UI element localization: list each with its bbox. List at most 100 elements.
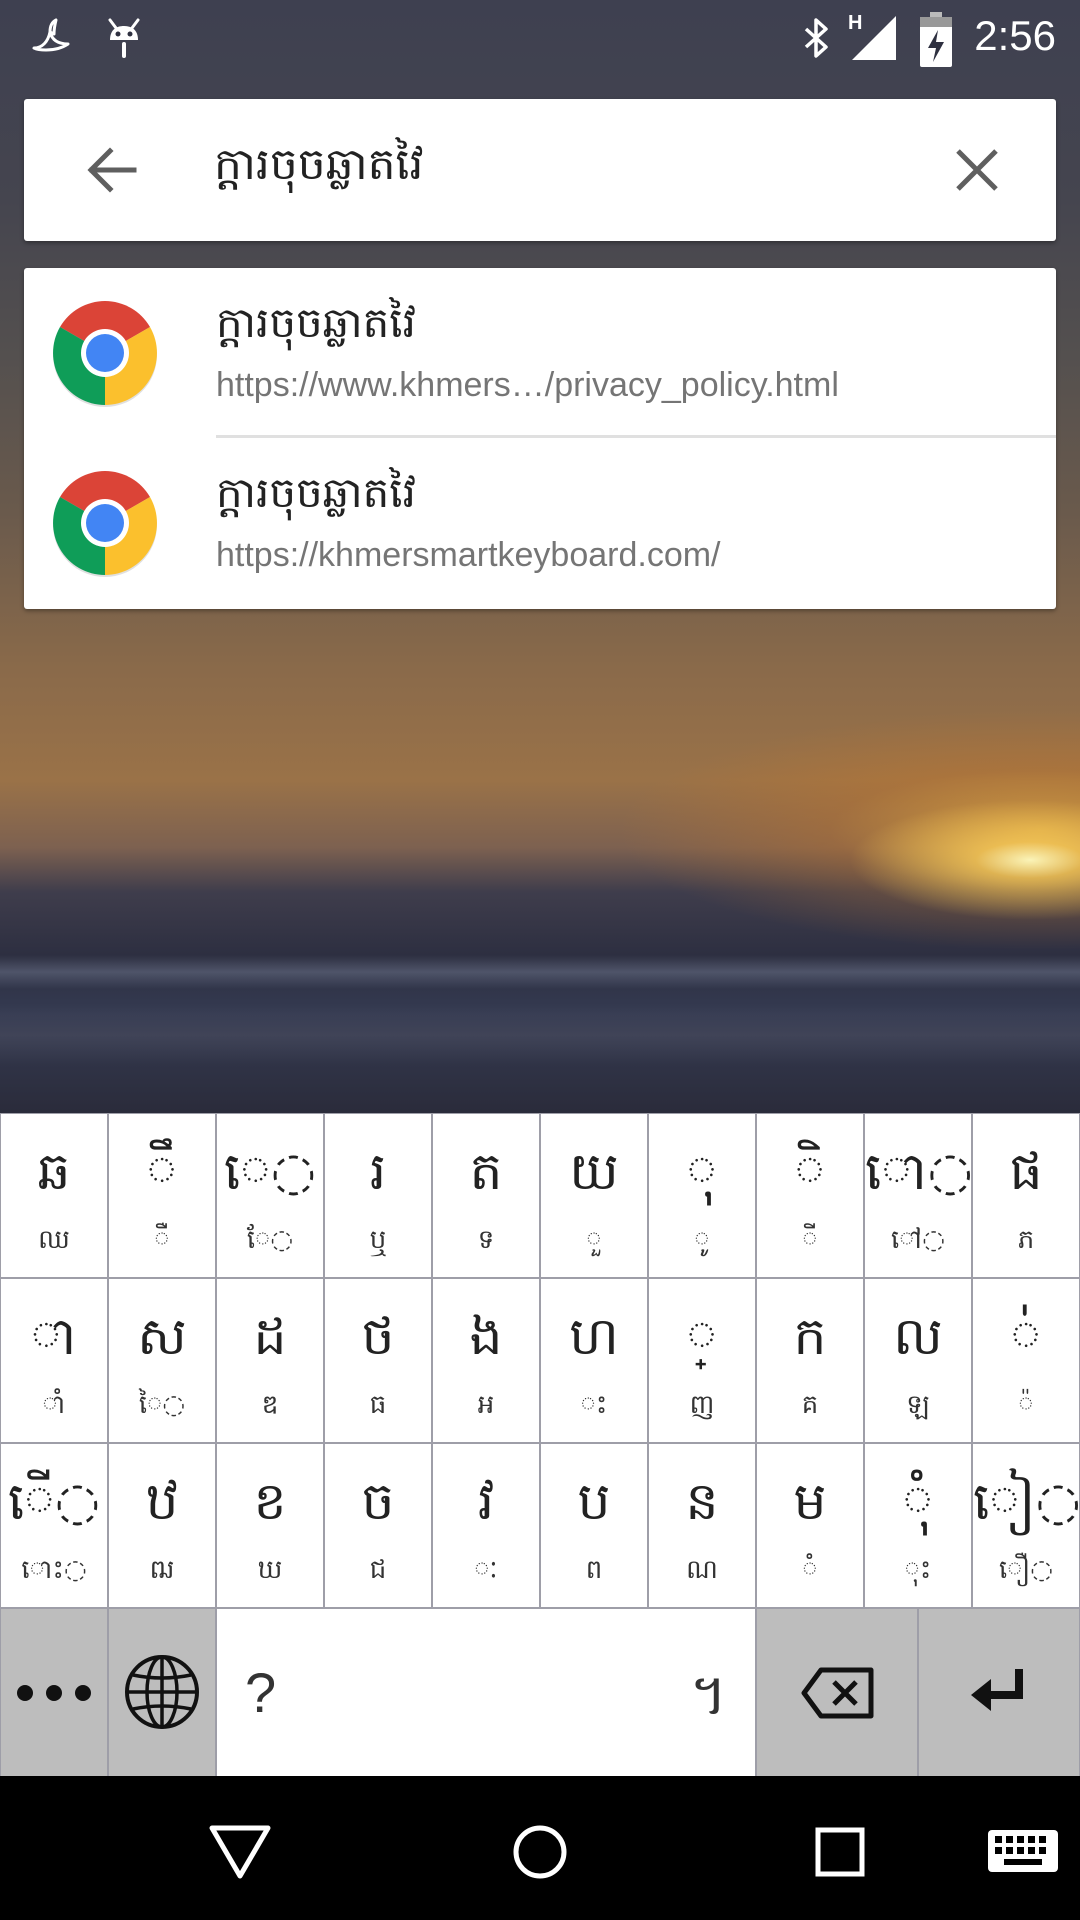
status-bar: H 2:56 (0, 0, 1080, 75)
key[interactable]: ើ◌ោះ◌ (1, 1444, 107, 1607)
key-label: ក (793, 1307, 827, 1367)
language-key[interactable] (109, 1609, 215, 1776)
key[interactable]: ហ ◌ះ (541, 1279, 647, 1442)
more-options-key[interactable] (1, 1609, 107, 1776)
suggestion-url: https://www.khmers…/privacy_policy.html (216, 366, 839, 404)
key-sublabel: ◌ួ (586, 1225, 602, 1255)
key[interactable]: យ ◌ួ (541, 1114, 647, 1277)
key-sublabel: ញ (689, 1390, 715, 1420)
space-key-left-label: ? (245, 1661, 277, 1724)
key[interactable]: កគ (757, 1279, 863, 1442)
key[interactable]: ◌ា ◌ាំ (1, 1279, 107, 1442)
key-label: ោ◌ (865, 1142, 973, 1202)
key-sublabel: អ (477, 1390, 495, 1420)
backspace-icon (801, 1667, 874, 1719)
key-label: ដ (253, 1307, 287, 1367)
chrome-icon (53, 471, 157, 577)
key-label: ន (685, 1472, 719, 1532)
space-key[interactable] (217, 1609, 755, 1776)
backspace-key[interactable] (757, 1609, 917, 1776)
suggestions-list: ក្ដារចុចឆ្លាតវៃ https://www.khmers…/priv… (24, 268, 1056, 609)
key[interactable]: ◌្ញ (649, 1279, 755, 1442)
signal-icon (852, 16, 896, 60)
key-label: ង (469, 1307, 503, 1367)
key[interactable]: ◌ិ ◌ី (757, 1114, 863, 1277)
recents-square-icon[interactable] (800, 1812, 880, 1892)
space-key-right-label: ។ (690, 1663, 727, 1728)
back-triangle-icon[interactable] (200, 1812, 280, 1892)
enter-icon (971, 1669, 1023, 1711)
more-horiz-icon (17, 1685, 91, 1701)
key[interactable]: ឆឈ (1, 1114, 107, 1277)
key[interactable]: ម ◌ំ (757, 1444, 863, 1607)
android-debug-icon (108, 18, 140, 58)
swallow-app-icon (32, 18, 70, 52)
key[interactable]: ◌ុ ◌ូ (649, 1114, 755, 1277)
key-label: ◌ុ (686, 1142, 718, 1202)
key[interactable]: រឬ (325, 1114, 431, 1277)
key-sublabel: ឍ (149, 1555, 175, 1585)
key-label: ឋ (145, 1472, 179, 1532)
key-sublabel: ◌ាំ (42, 1390, 66, 1420)
bluetooth-icon (804, 18, 828, 58)
keyboard: ឆឈ ◌ឹ ◌ឺ េ◌ែ◌ រឬ តទ យ ◌ួ ◌ុ ◌ូ ◌ិ ◌ី ោ◌ៅ◌ ផភ… (0, 1113, 1080, 1776)
key[interactable]: លឡ (865, 1279, 971, 1442)
key-label: ◌ិ (794, 1142, 826, 1202)
key-sublabel: ឡ (906, 1390, 930, 1420)
key-sublabel: ◌ៈ (474, 1555, 498, 1585)
key[interactable]: ថធ (325, 1279, 431, 1442)
key-sublabel: ទ (477, 1225, 495, 1255)
key[interactable]: ឋឍ (109, 1444, 215, 1607)
key-label: ហ (569, 1307, 619, 1367)
key-sublabel: ែ◌ (246, 1225, 294, 1255)
key[interactable]: ោ◌ៅ◌ (865, 1114, 973, 1277)
key-label: ៀ◌ (973, 1472, 1080, 1532)
key-sublabel: ភ (1017, 1225, 1035, 1255)
suggestion-item[interactable]: ក្ដារចុចឆ្លាតវៃ https://www.khmers…/priv… (24, 268, 1056, 438)
wave-shadow (0, 1005, 1080, 1065)
key[interactable]: បព (541, 1444, 647, 1607)
suggestion-item[interactable]: ក្ដារចុចឆ្លាតវៃ https://khmersmartkeyboa… (24, 438, 1056, 608)
key-label: ថ (361, 1307, 395, 1367)
key[interactable]: សៃ◌ (109, 1279, 215, 1442)
close-icon[interactable] (944, 137, 1010, 203)
key[interactable]: ផភ (973, 1114, 1079, 1277)
key-sublabel: ◌ូ (694, 1225, 710, 1255)
key[interactable]: វ ◌ៈ (433, 1444, 539, 1607)
suggestion-title: ក្ដារចុចឆ្លាតវៃ (216, 298, 416, 347)
key-label: ◌ុំ (902, 1472, 934, 1532)
key-label: ឆ (37, 1142, 71, 1202)
key[interactable]: ◌់ ◌៉ (973, 1279, 1079, 1442)
chrome-icon (53, 301, 157, 407)
key-label: យ (569, 1142, 619, 1202)
key-sublabel: ព (585, 1555, 603, 1585)
key-label: ◌ឹ (146, 1142, 178, 1202)
key[interactable]: ៀ◌ឿ◌ (973, 1444, 1080, 1607)
status-time: 2:56 (974, 12, 1056, 59)
key-sublabel: ◌ី (802, 1225, 818, 1255)
globe-icon (125, 1655, 199, 1729)
key-label: ល (893, 1307, 943, 1367)
key[interactable]: េ◌ែ◌ (217, 1114, 323, 1277)
key[interactable]: តទ (433, 1114, 539, 1277)
search-input[interactable] (214, 129, 914, 209)
key-label: វ (477, 1472, 495, 1532)
key[interactable]: ចជ (325, 1444, 431, 1607)
key[interactable]: នណ (649, 1444, 755, 1607)
key[interactable]: ◌ឹ ◌ឺ (109, 1114, 215, 1277)
key[interactable]: ងអ (433, 1279, 539, 1442)
enter-key[interactable] (919, 1609, 1079, 1776)
key[interactable]: ដឌ (217, 1279, 323, 1442)
navigation-bar (0, 1776, 1080, 1920)
search-box (24, 99, 1056, 241)
home-circle-icon[interactable] (500, 1812, 580, 1892)
suggestion-url: https://khmersmartkeyboard.com/ (216, 536, 721, 574)
keyboard-switch-icon[interactable] (978, 1812, 1068, 1892)
key-sublabel: ◌ុះ (904, 1555, 932, 1585)
key-sublabel: ៃ◌ (138, 1390, 186, 1420)
key[interactable]: ខឃ (217, 1444, 323, 1607)
arrow-back-icon[interactable] (80, 137, 146, 203)
key[interactable]: ◌ុំ ◌ុះ (865, 1444, 971, 1607)
key-sublabel: ◌៉ (1018, 1390, 1034, 1420)
key-label: ◌្ (686, 1307, 718, 1367)
